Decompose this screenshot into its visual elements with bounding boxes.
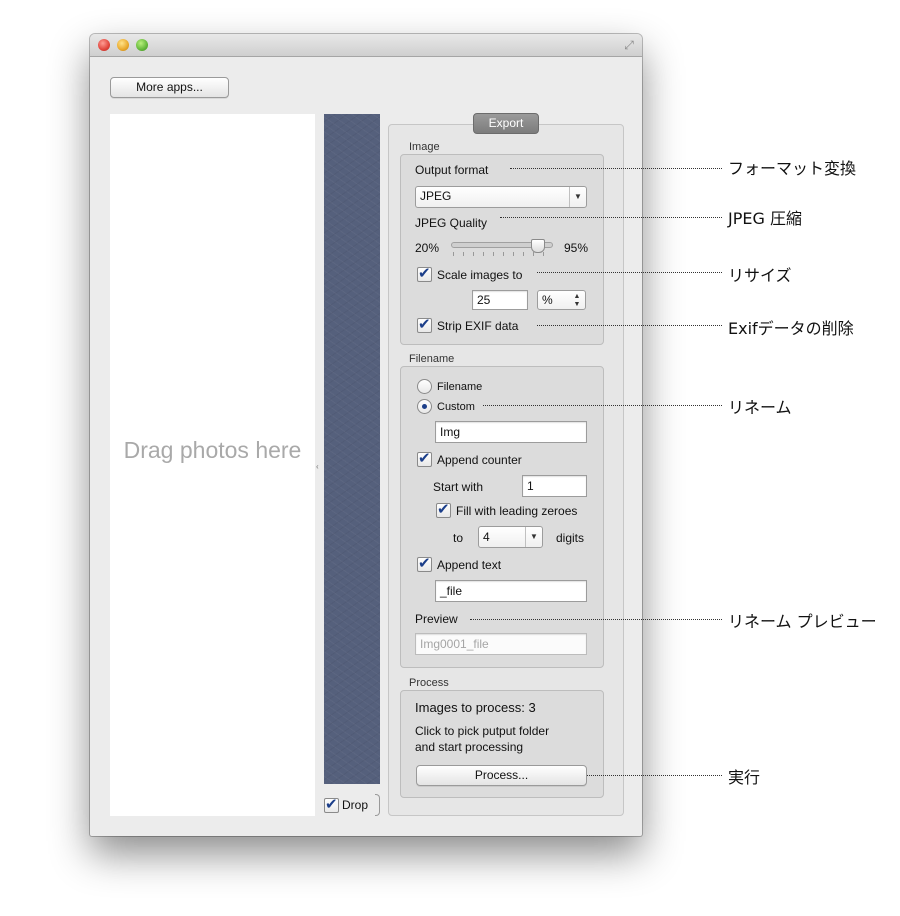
radio-custom[interactable]: [417, 399, 432, 414]
start-with-field[interactable]: 1: [522, 475, 587, 497]
scale-value-field[interactable]: 25: [472, 290, 528, 310]
title-bar[interactable]: ⤢: [90, 34, 642, 57]
append-counter-option[interactable]: Append counter: [417, 449, 522, 467]
digits-label: digits: [556, 531, 585, 545]
append-text-field[interactable]: _file: [435, 580, 587, 602]
output-format-select[interactable]: JPEG ▼: [415, 186, 587, 208]
jpeg-quality-label: JPEG Quality: [415, 216, 488, 230]
preview-label: Preview: [415, 612, 458, 626]
scale-unit-stepper[interactable]: % ▲ ▼: [537, 290, 586, 310]
process-hint-line2: and start processing: [415, 740, 524, 754]
callout-rename: リネーム: [728, 398, 792, 417]
photo-drop-area[interactable]: Drag photos here: [110, 114, 315, 816]
append-text-label: Append text: [437, 557, 502, 572]
images-to-process: Images to process: 3: [415, 700, 536, 715]
append-counter-checkbox[interactable]: [417, 449, 432, 467]
quality-max-label: 95%: [564, 241, 589, 255]
drop-label: Drop: [342, 798, 369, 812]
callout-line-run: [587, 775, 722, 776]
callout-line-resize: [537, 272, 722, 273]
scale-images-checkbox[interactable]: [417, 264, 432, 282]
radio-filename[interactable]: [417, 379, 432, 394]
radio-custom-option[interactable]: Custom: [417, 399, 475, 414]
more-apps-button[interactable]: More apps...: [110, 77, 229, 98]
stepper-icon: ▲ ▼: [573, 293, 581, 308]
scale-images-label: Scale images to: [437, 267, 523, 282]
split-handle-icon[interactable]: ‹: [316, 462, 319, 471]
fullscreen-arrows-icon[interactable]: ⤢: [622, 38, 636, 52]
callout-resize: リサイズ: [728, 266, 792, 285]
callout-format: フォーマット変換: [728, 159, 857, 178]
radio-custom-label: Custom: [437, 400, 475, 413]
preview-field: Img0001_file: [415, 633, 587, 655]
process-button[interactable]: Process...: [416, 765, 587, 786]
tab-export[interactable]: Export: [473, 113, 539, 134]
app-window: ⤢ More apps... Drag photos here ‹ Drop E…: [90, 34, 642, 836]
scale-unit-value: %: [542, 293, 553, 307]
chevron-down-icon: ▼: [525, 527, 542, 547]
digits-value: 4: [483, 530, 490, 544]
drop-toggle[interactable]: Drop: [324, 795, 369, 814]
callout-exif: Exifデータの削除: [728, 319, 854, 338]
image-section-label: Image: [409, 141, 440, 153]
minimize-button[interactable]: [117, 39, 129, 51]
digits-select[interactable]: 4 ▼: [478, 526, 543, 548]
append-text-checkbox[interactable]: [417, 554, 432, 572]
drop-checkbox[interactable]: [324, 795, 339, 813]
quality-slider-thumb[interactable]: [531, 239, 545, 253]
callout-line-format: [510, 168, 722, 169]
fill-zeroes-option[interactable]: Fill with leading zeroes: [436, 500, 578, 518]
append-text-option[interactable]: Append text: [417, 554, 502, 572]
output-format-value: JPEG: [420, 189, 452, 203]
fill-zeroes-label: Fill with leading zeroes: [456, 503, 578, 518]
start-with-label: Start with: [433, 480, 484, 494]
quality-min-label: 20%: [415, 241, 440, 255]
process-section-label: Process: [409, 677, 449, 689]
drop-bracket: [375, 794, 380, 816]
quality-slider-ticks: [453, 252, 549, 256]
strip-exif-option[interactable]: Strip EXIF data: [417, 315, 519, 333]
scale-images-option[interactable]: Scale images to: [417, 264, 523, 282]
strip-exif-label: Strip EXIF data: [437, 318, 519, 333]
radio-filename-option[interactable]: Filename: [417, 379, 482, 394]
thumbnail-strip[interactable]: [324, 114, 380, 784]
process-hint-line1: Click to pick putput folder: [415, 724, 550, 738]
callout-line-exif: [537, 325, 722, 326]
fill-zeroes-checkbox[interactable]: [436, 500, 451, 518]
append-counter-label: Append counter: [437, 452, 522, 467]
callout-line-rename: [483, 405, 722, 406]
strip-exif-checkbox[interactable]: [417, 315, 432, 333]
callout-line-preview: [470, 619, 722, 620]
chevron-down-icon: ▼: [569, 187, 586, 207]
close-button[interactable]: [98, 39, 110, 51]
radio-filename-label: Filename: [437, 380, 483, 393]
zoom-button[interactable]: [136, 39, 148, 51]
custom-name-field[interactable]: Img: [435, 421, 587, 443]
callout-preview: リネーム プレビュー: [728, 612, 877, 631]
to-label: to: [453, 531, 464, 545]
drop-hint: Drag photos here: [123, 437, 302, 463]
callout-run: 実行: [728, 768, 761, 787]
callout-line-jpeg: [500, 217, 722, 218]
output-format-label: Output format: [415, 163, 489, 177]
filename-section-label: Filename: [409, 353, 455, 365]
callout-jpeg: JPEG 圧縮: [728, 209, 802, 228]
